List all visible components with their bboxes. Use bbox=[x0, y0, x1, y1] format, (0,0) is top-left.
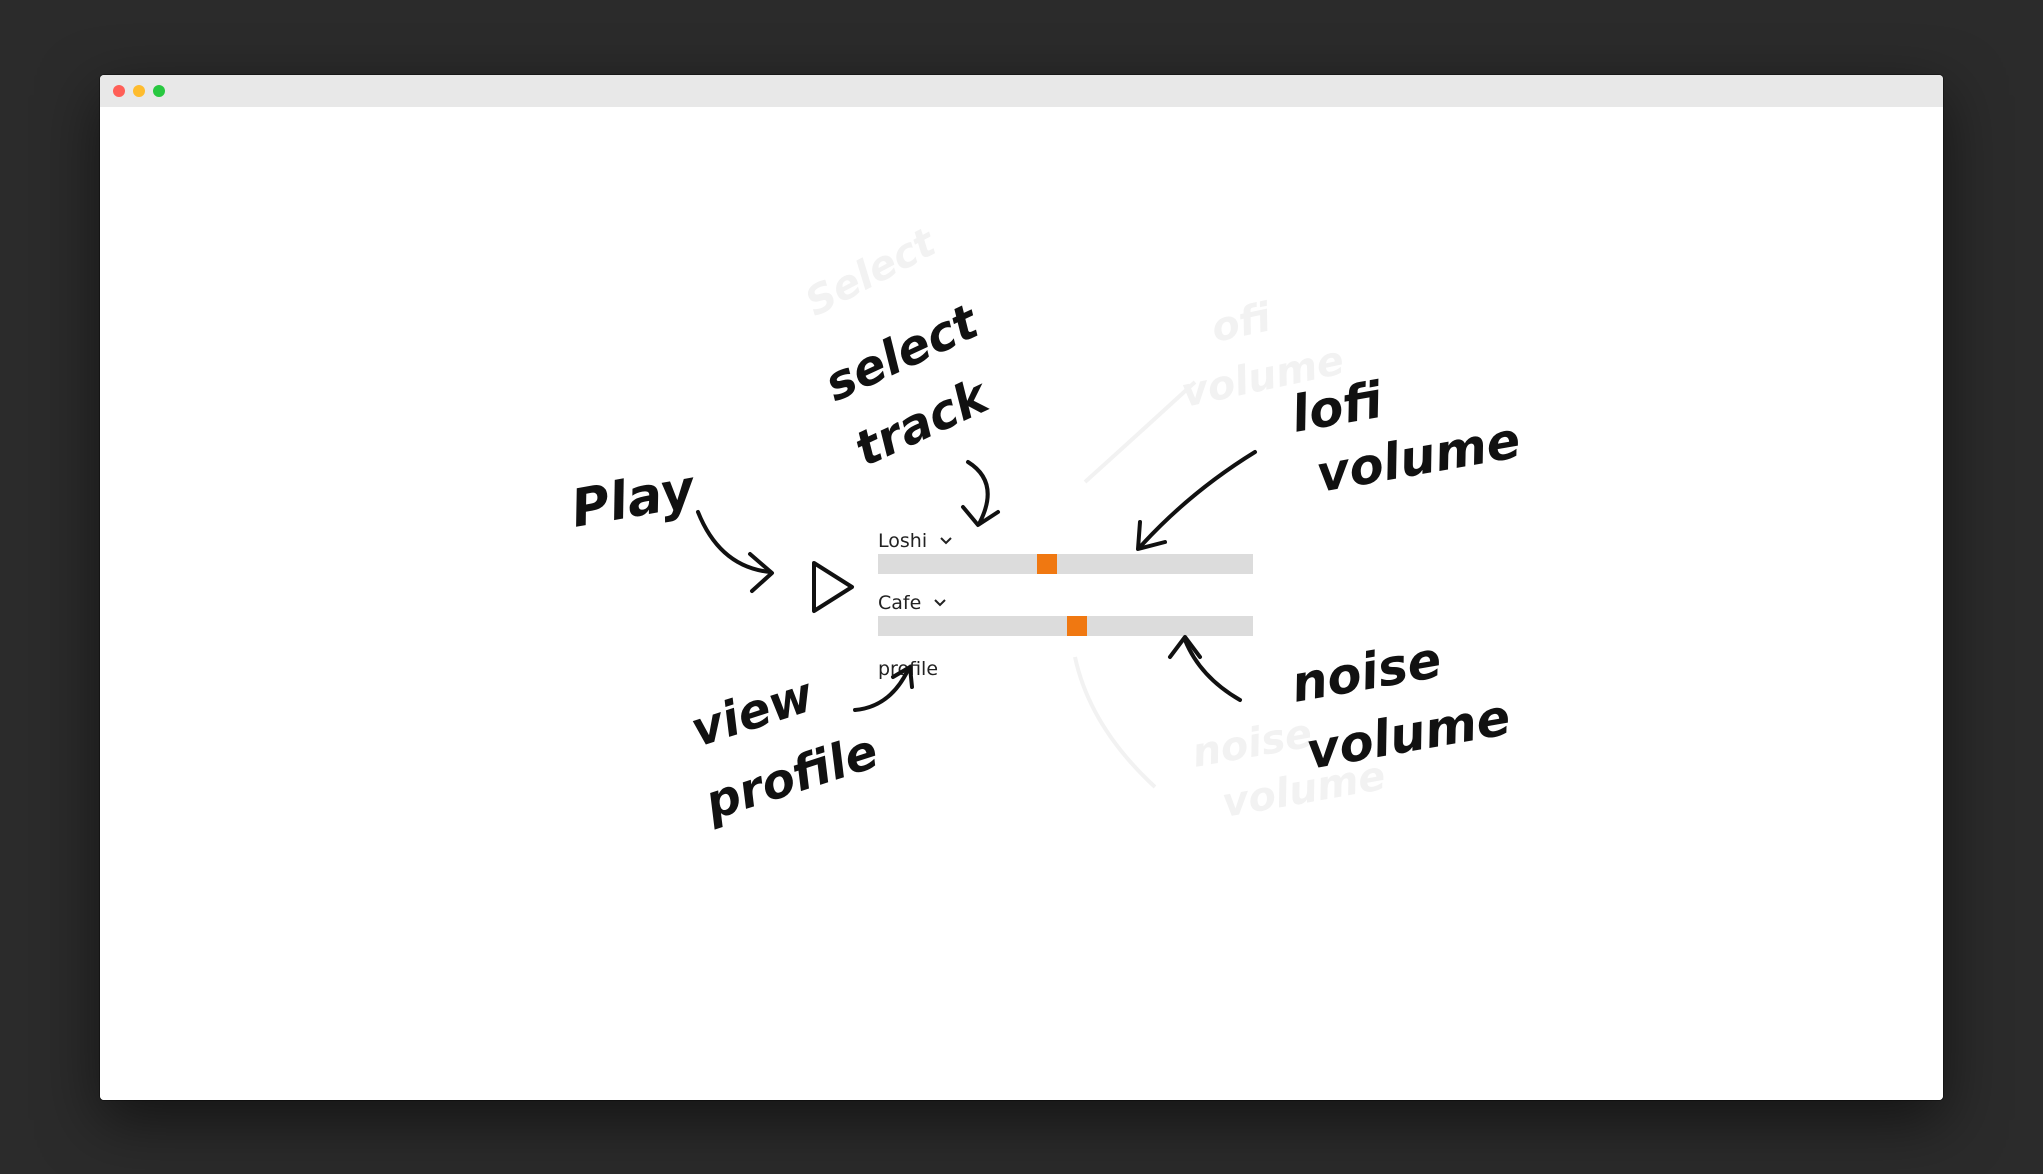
noise-volume-thumb[interactable] bbox=[1066, 616, 1087, 636]
play-button[interactable] bbox=[810, 560, 856, 614]
svg-text:noise: noise bbox=[1189, 711, 1316, 777]
chevron-down-icon bbox=[934, 599, 947, 607]
annotation-lofi-volume-line1: lofi bbox=[1287, 371, 1387, 444]
noise-track-select[interactable]: Cafe bbox=[878, 592, 947, 614]
arrowhead-play bbox=[748, 552, 774, 593]
annotation-select-track-line2: track bbox=[846, 367, 999, 478]
browser-window: Select ofi volume noise volume Loshi Caf… bbox=[100, 75, 1943, 1100]
play-triangle-icon bbox=[812, 561, 854, 613]
arrow-to-lofi-slider bbox=[1138, 450, 1257, 549]
app-content: Select ofi volume noise volume Loshi Caf… bbox=[100, 107, 1943, 1100]
svg-text:volume: volume bbox=[1178, 338, 1349, 417]
svg-text:ofi: ofi bbox=[1208, 294, 1276, 351]
lofi-volume-thumb[interactable] bbox=[1036, 554, 1057, 574]
lofi-volume-slider[interactable] bbox=[878, 554, 1253, 574]
svg-text:Select: Select bbox=[798, 219, 945, 326]
window-minimize-button[interactable] bbox=[133, 85, 145, 97]
window-maximize-button[interactable] bbox=[153, 85, 165, 97]
window-close-button[interactable] bbox=[113, 85, 125, 97]
annotation-view-profile-line1: view bbox=[684, 666, 820, 758]
annotation-select-track-line1: select bbox=[816, 293, 988, 413]
profile-link[interactable]: profile bbox=[878, 658, 938, 680]
arrow-to-noise-slider bbox=[1183, 638, 1242, 702]
lofi-track-select[interactable]: Loshi bbox=[878, 530, 953, 552]
arrowhead-lofi-slider bbox=[1136, 520, 1167, 551]
arrowhead-track-select bbox=[961, 505, 1000, 527]
annotation-noise-volume-line1: noise bbox=[1287, 631, 1446, 714]
lofi-track-label: Loshi bbox=[878, 530, 928, 552]
annotation-view-profile-line2: profile bbox=[697, 723, 884, 832]
annotation-lofi-volume-line2: volume bbox=[1312, 411, 1525, 504]
annotation-noise-volume-line2: volume bbox=[1302, 688, 1515, 781]
chevron-down-icon bbox=[940, 537, 952, 545]
noise-track-label: Cafe bbox=[878, 592, 922, 614]
noise-volume-slider[interactable] bbox=[878, 616, 1253, 636]
svg-text:volume: volume bbox=[1219, 753, 1389, 827]
annotation-play: Play bbox=[567, 459, 701, 540]
background-ghost-sketch: Select ofi volume noise volume bbox=[798, 219, 1389, 827]
arrowhead-noise-slider bbox=[1168, 635, 1202, 659]
window-titlebar bbox=[100, 75, 1943, 107]
arrow-to-play bbox=[696, 510, 772, 574]
handwritten-annotations: Play select track lofi volume view profi… bbox=[567, 293, 1525, 832]
arrow-to-track-select bbox=[966, 460, 990, 524]
